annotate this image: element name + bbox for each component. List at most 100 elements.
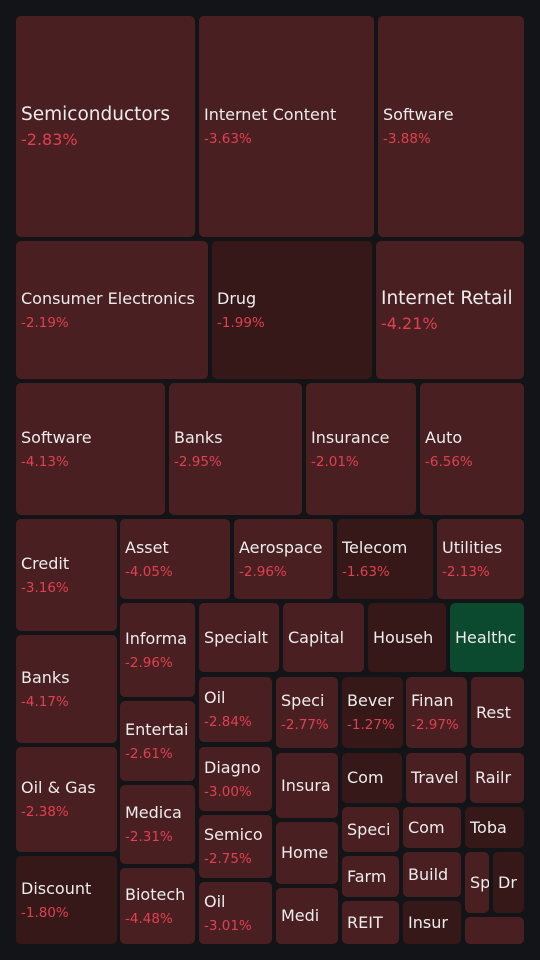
tile-change: -2.95% <box>174 453 222 470</box>
treemap-tile[interactable]: Specialt <box>199 603 279 672</box>
tile-label: Aerospace <box>239 537 323 557</box>
treemap-tile[interactable]: Banks -4.17% <box>16 635 117 743</box>
tile-label: Insurance <box>311 427 390 447</box>
tile-change: -1.80% <box>21 904 69 921</box>
treemap-tile[interactable]: Banks -2.95% <box>169 383 302 515</box>
tile-label: REIT <box>347 912 383 932</box>
tile-label: Medica <box>125 803 182 822</box>
tile-change: -2.61% <box>125 745 173 762</box>
tile-label: Diagno <box>204 757 261 777</box>
tile-change: -2.01% <box>311 453 359 470</box>
tile-label: Asset <box>125 537 169 557</box>
tile-label: Oil <box>204 891 226 911</box>
tile-change: -3.01% <box>204 917 252 934</box>
tile-change: -3.88% <box>383 131 431 147</box>
tile-label: Build <box>408 864 449 884</box>
treemap-tile[interactable]: Diagno -3.00% <box>199 747 272 811</box>
treemap-tile[interactable]: Telecom -1.63% <box>337 519 433 599</box>
treemap-tile[interactable]: Semico -2.75% <box>199 815 272 878</box>
treemap-tile[interactable]: Insur <box>403 901 461 944</box>
tile-change: -1.63% <box>342 563 390 580</box>
treemap-tile[interactable]: Insura <box>276 753 338 818</box>
treemap-tile[interactable]: Biotech -4.48% <box>120 868 195 944</box>
treemap-tile[interactable]: Oil & Gas -2.38% <box>16 747 117 852</box>
treemap-tile[interactable]: Househ <box>368 603 446 672</box>
treemap-tile[interactable] <box>465 917 524 944</box>
tile-label: Informa <box>125 628 187 648</box>
treemap-tile[interactable]: Dr <box>493 852 524 913</box>
tile-change: -2.77% <box>281 717 329 733</box>
tile-label: Com <box>408 817 445 837</box>
tile-change: -4.48% <box>125 910 173 927</box>
treemap-tile[interactable]: Auto -6.56% <box>420 383 524 515</box>
tile-change: -2.75% <box>204 851 252 867</box>
treemap-tile[interactable]: Rest <box>471 677 524 748</box>
treemap-tile[interactable]: Internet Retail -4.21% <box>376 241 524 379</box>
tile-change: -4.21% <box>381 313 438 333</box>
tile-label: Insura <box>281 775 331 795</box>
tile-label: Drug <box>217 288 257 308</box>
treemap-tile[interactable]: Credit -3.16% <box>16 519 117 631</box>
tile-label: Oil & Gas <box>21 778 96 797</box>
treemap-tile[interactable]: Bever -1.27% <box>342 677 403 748</box>
tile-change: -2.13% <box>442 563 490 580</box>
treemap-tile[interactable]: Home <box>276 822 338 884</box>
treemap-tile[interactable]: Entertai -2.61% <box>120 701 195 781</box>
treemap-tile[interactable]: Travel <box>406 753 466 803</box>
treemap-tile[interactable]: Software -3.88% <box>378 16 524 237</box>
tile-label: Insur <box>408 912 448 932</box>
treemap-tile[interactable]: Drug -1.99% <box>212 241 372 379</box>
tile-label: Capital <box>288 627 345 647</box>
tile-change: -2.19% <box>21 314 69 331</box>
treemap-tile[interactable]: Railr <box>470 753 524 803</box>
treemap-tile[interactable]: Discount -1.80% <box>16 856 117 944</box>
tile-label: Biotech <box>125 884 186 904</box>
tile-change: -2.97% <box>411 717 459 733</box>
treemap-tile[interactable]: Consumer Electronics -2.19% <box>16 241 208 379</box>
treemap-tile[interactable]: Speci -2.77% <box>276 677 338 748</box>
tile-change: -4.05% <box>125 563 173 580</box>
tile-label: Healthc <box>455 627 517 647</box>
tile-label: Banks <box>174 427 223 447</box>
treemap-tile[interactable]: Build <box>403 852 461 897</box>
tile-label: Credit <box>21 553 70 573</box>
treemap-tile[interactable]: Toba <box>465 807 524 848</box>
treemap-tile[interactable]: Sp <box>465 852 489 913</box>
tile-change: -2.31% <box>125 829 173 845</box>
tile-label: Discount <box>21 878 92 898</box>
tile-change: -4.13% <box>21 453 69 470</box>
treemap-tile[interactable]: Com <box>403 807 461 848</box>
tile-label: Banks <box>21 667 70 687</box>
tile-change: -6.56% <box>425 453 473 470</box>
tile-label: Home <box>281 843 329 862</box>
tile-label: Auto <box>425 427 463 447</box>
treemap-tile[interactable]: Oil -3.01% <box>199 882 272 944</box>
treemap-tile[interactable]: Healthc <box>450 603 524 672</box>
treemap-tile[interactable]: Semiconductors -2.83% <box>16 16 195 237</box>
treemap-tile[interactable]: Farm <box>342 856 399 897</box>
treemap-tile[interactable]: Utilities -2.13% <box>437 519 524 599</box>
tile-label: Sp <box>470 872 489 892</box>
treemap-tile[interactable]: REIT <box>342 901 399 944</box>
tile-label: Oil <box>204 688 226 707</box>
treemap-tile[interactable]: Software -4.13% <box>16 383 165 515</box>
treemap-tile[interactable]: Informa -2.96% <box>120 603 195 697</box>
treemap-tile[interactable]: Internet Content -3.63% <box>199 16 374 237</box>
tile-change: -3.00% <box>204 783 252 800</box>
treemap-tile[interactable]: Asset -4.05% <box>120 519 230 599</box>
tile-change: -4.17% <box>21 693 69 710</box>
treemap-tile[interactable]: Speci <box>342 807 399 852</box>
treemap-tile[interactable]: Capital <box>283 603 364 672</box>
treemap-tile[interactable]: Medica -2.31% <box>120 785 195 864</box>
treemap-tile[interactable]: Medi <box>276 888 338 944</box>
treemap-tile[interactable]: Oil -2.84% <box>199 677 272 742</box>
tile-label: Utilities <box>442 537 503 557</box>
tile-label: Telecom <box>342 537 408 557</box>
tile-label: Speci <box>281 691 325 710</box>
treemap-tile[interactable]: Aerospace -2.96% <box>234 519 333 599</box>
tile-label: Software <box>383 105 454 124</box>
treemap-tile[interactable]: Com <box>342 753 402 803</box>
treemap-tile[interactable]: Finan -2.97% <box>406 677 467 748</box>
treemap-tile[interactable]: Insurance -2.01% <box>306 383 416 515</box>
tile-label: Rest <box>476 702 511 722</box>
